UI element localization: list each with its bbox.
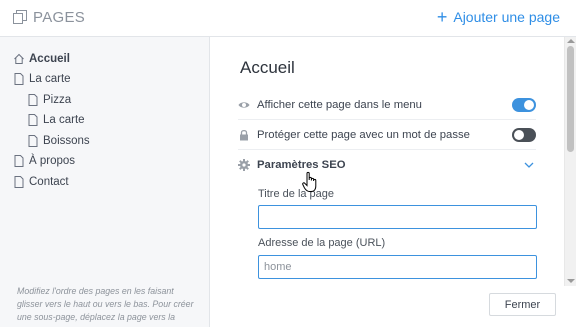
lock-icon	[240, 129, 248, 140]
show-in-menu-label: Afficher cette page dans le menu	[257, 98, 422, 111]
page-icon	[28, 94, 38, 106]
add-page-label: Ajouter une page	[453, 9, 560, 25]
sidebar-item-label: Contact	[29, 176, 69, 188]
scrollbar[interactable]	[564, 37, 576, 286]
header: PAGES + Ajouter une page	[0, 0, 576, 37]
scroll-up-arrow-icon[interactable]	[567, 39, 575, 43]
scroll-down-arrow-icon[interactable]	[567, 279, 575, 283]
seo-settings-header[interactable]: Paramètres SEO	[238, 150, 536, 180]
home-icon	[14, 53, 24, 64]
sidebar-item-pizza[interactable]: Pizza	[28, 92, 71, 108]
page-icon	[14, 155, 24, 167]
page-settings-panel: Accueil Afficher cette page dans le menu…	[211, 37, 576, 327]
sidebar-item-accueil[interactable]: Accueil	[14, 51, 70, 67]
sidebar-item-boissons[interactable]: Boissons	[28, 133, 90, 149]
eye-icon	[238, 101, 250, 108]
plus-icon: +	[436, 7, 448, 27]
page-icon	[28, 135, 38, 147]
page-url-field-label: Adresse de la page (URL)	[258, 237, 386, 249]
page-icon	[14, 176, 24, 188]
sidebar-item-label: Accueil	[29, 53, 70, 65]
sidebar-item-a-propos[interactable]: À propos	[14, 153, 75, 169]
password-toggle[interactable]	[512, 128, 536, 142]
sidebar-item-label: Boissons	[43, 135, 90, 147]
close-button[interactable]: Fermer	[489, 293, 556, 316]
page-title: Accueil	[240, 58, 295, 77]
show-in-menu-row: Afficher cette page dans le menu	[238, 90, 536, 120]
sidebar-item-label: La carte	[43, 114, 85, 126]
sidebar-item-la-carte[interactable]: La carte	[14, 71, 71, 87]
add-page-button[interactable]: + Ajouter une page	[436, 7, 560, 27]
sidebar-item-label: Pizza	[43, 94, 72, 106]
sidebar-item-label: À propos	[29, 155, 76, 167]
seo-settings-label: Paramètres SEO	[257, 159, 346, 171]
show-in-menu-toggle[interactable]	[512, 98, 536, 112]
sidebar-help-text: Modifiez l'ordre des pages en les faisan…	[17, 286, 194, 322]
hand-cursor-icon	[302, 171, 317, 192]
scroll-thumb[interactable]	[567, 46, 574, 152]
page-title-header: PAGES	[33, 9, 86, 26]
chevron-down-icon[interactable]	[524, 160, 534, 170]
page-icon	[28, 114, 38, 126]
pages-icon	[13, 10, 27, 24]
page-title-input[interactable]	[258, 205, 537, 229]
page-icon	[14, 73, 24, 85]
gear-icon	[238, 159, 250, 171]
password-row: Protéger cette page avec un mot de passe	[238, 120, 536, 150]
sidebar-item-la-carte-sub[interactable]: La carte	[28, 112, 85, 128]
sidebar-item-contact[interactable]: Contact	[14, 174, 69, 190]
page-url-input[interactable]	[258, 255, 537, 279]
page-title-field-label: Titre de la page	[258, 188, 335, 200]
sidebar: Accueil La carte Pizza La carte Boissons…	[0, 37, 210, 327]
toggle-knob	[524, 100, 534, 110]
sidebar-item-label: La carte	[29, 73, 71, 85]
password-label: Protéger cette page avec un mot de passe	[257, 128, 470, 141]
toggle-knob	[514, 130, 524, 140]
